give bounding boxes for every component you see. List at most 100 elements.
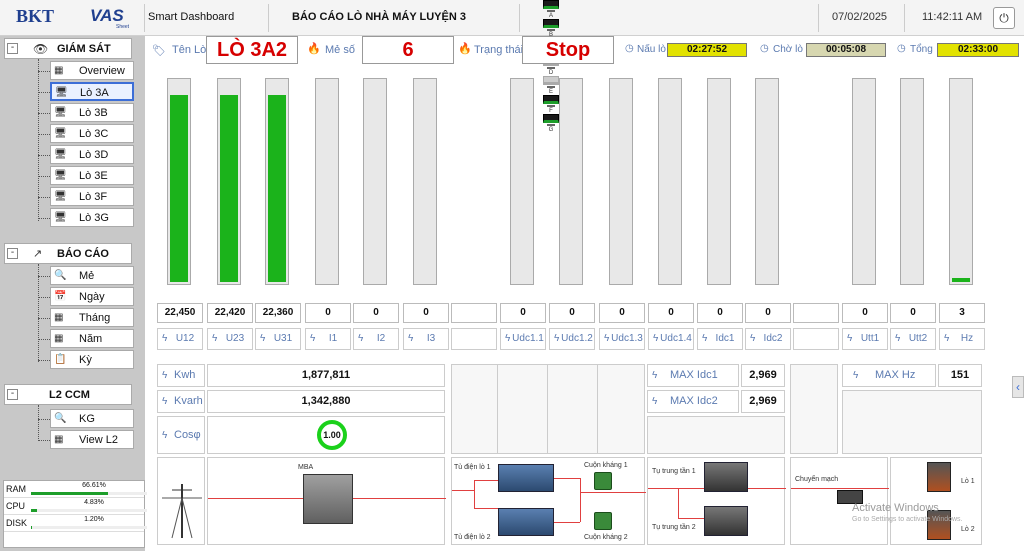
power-line (580, 492, 646, 493)
meter-label: U23 (225, 333, 245, 344)
tree-branch (38, 155, 50, 156)
nav-item-label: Lò 3B (79, 107, 108, 119)
nav-item[interactable]: 🔍 KG (50, 409, 134, 428)
tree-branch (38, 276, 50, 277)
power-button[interactable]: ⏻ (993, 7, 1015, 29)
bolt-icon: ϟ (310, 333, 316, 344)
nav-item[interactable]: ▦ View L2 (50, 430, 134, 449)
cos-gauge-cell: 1.00 (207, 416, 445, 454)
max-idc1-label: MAX Idc1 (670, 369, 718, 381)
max-idc2-value: 2,969 (741, 390, 785, 413)
power-line (554, 522, 580, 523)
nav-item[interactable]: 📅 Ngày (50, 287, 134, 306)
bolt-icon: ϟ (944, 333, 950, 344)
meter-label: I3 (426, 333, 436, 344)
power-line (474, 480, 498, 481)
tree-branch (38, 134, 50, 135)
bolt-icon: ϟ (505, 333, 511, 344)
meter-bar-idc2 (755, 78, 779, 285)
section-giam-sat[interactable]: - 👁 GIÁM SÁT (4, 38, 132, 59)
cho-lo-timer: 00:05:08 (806, 43, 886, 57)
meter-label: Utt2 (908, 333, 928, 344)
nav-item[interactable]: 🖥 Lò 3B (50, 103, 134, 122)
empty-label-cell (793, 328, 839, 350)
eye-icon: 👁 (33, 42, 49, 56)
station-a-status[interactable]: A (540, 0, 562, 19)
max-idc1-value: 2,969 (741, 364, 785, 387)
bolt-icon: ϟ (162, 430, 168, 441)
mba-label: MBA (298, 464, 314, 471)
nav-item[interactable]: ▦ Năm (50, 329, 134, 348)
nav-item-label: Mẻ (79, 270, 95, 282)
nav-item-label: View L2 (79, 434, 118, 446)
nau-lo-label: Nấu lò (637, 44, 666, 55)
nav-item[interactable]: 🖥 Lò 3E (50, 166, 134, 185)
nav-item[interactable]: 🖥 Lò 3A (50, 82, 134, 101)
tree-branch (38, 297, 50, 298)
meter-label: Idc1 (715, 333, 735, 344)
nav-item[interactable]: ▦ Overview (50, 61, 134, 80)
nau-lo-timer: 02:27:52 (667, 43, 747, 57)
divider (519, 4, 520, 32)
system-label: DISK (6, 518, 28, 528)
furnace2-label: Lò 2 (961, 526, 975, 533)
nav-item[interactable]: 📋 Kỳ (50, 350, 134, 369)
meter-value: 0 (549, 303, 595, 323)
trang-thai-value: Stop (522, 36, 614, 64)
furnace1-icon (927, 462, 951, 492)
system-monitor: RAM 66.61% CPU 4.83% DISK 1.20% (3, 480, 147, 548)
collapse-icon[interactable]: - (7, 43, 18, 54)
nav-item[interactable]: 🔍 Mẻ (50, 266, 134, 285)
nav-item[interactable]: 🖥 Lò 3G (50, 208, 134, 227)
meter-label-cell: ϟ Idc1 (697, 328, 743, 350)
collapse-icon[interactable]: - (7, 248, 18, 259)
meter-value: 0 (353, 303, 399, 323)
menu-icon: 🔍 (54, 270, 67, 281)
empty-cell (647, 416, 785, 454)
system-disk-row: DISK 1.20% (4, 516, 147, 532)
meter-bar-fill (220, 95, 238, 282)
current-time: 11:42:11 AM (922, 11, 983, 23)
max-idc2-label-cell: ϟ MAX Idc2 (647, 390, 739, 413)
tong-timer: 02:33:00 (937, 43, 1019, 57)
monitor-icon (543, 76, 559, 85)
meter-bar-u31 (265, 78, 289, 285)
power-line (474, 508, 498, 509)
usage-bar-fill (31, 509, 37, 512)
meter-label-cell: ϟ U31 (255, 328, 301, 350)
meter-value: 0 (403, 303, 449, 323)
monitor-icon (543, 95, 559, 104)
logo-vas-text: VAS (90, 6, 124, 25)
switch-label: Chuyển mạch (795, 476, 839, 483)
divider (268, 4, 269, 32)
monitor-stand (547, 124, 555, 126)
kwh-label-cell: ϟ Kwh (157, 364, 205, 387)
empty-label-cell (451, 328, 497, 350)
nav-item[interactable]: 🖥 Lò 3F (50, 187, 134, 206)
nav-item[interactable]: 🖥 Lò 3C (50, 124, 134, 143)
system-label: CPU (6, 501, 26, 511)
capacitor1-label: Tụ trung tần 1 (652, 468, 696, 475)
mba-cell: MBA (207, 457, 446, 545)
cell-divider (547, 364, 548, 454)
nav-item[interactable]: ▦ Tháng (50, 308, 134, 327)
meter-value: 0 (890, 303, 936, 323)
activate-windows-watermark: Activate Windows (852, 502, 939, 514)
system-ram-row: RAM 66.61% (4, 482, 147, 498)
collapse-panel-button[interactable]: ‹ (1012, 376, 1024, 398)
power-pole-icon (162, 484, 202, 539)
capacitor2-icon (704, 506, 748, 536)
meter-label-cell: ϟ Udc1.2 (549, 328, 595, 350)
app-title: Smart Dashboard (148, 11, 235, 23)
nav-item[interactable]: 🖥 Lò 3D (50, 145, 134, 164)
me-so-label: Mẻ số (325, 44, 355, 56)
section-l2-ccm[interactable]: - L2 CCM (4, 384, 132, 405)
meter-value: 22,420 (207, 303, 253, 323)
flame-icon: 🔥 (307, 43, 321, 55)
nav-item-label: Tháng (79, 312, 111, 324)
cabinet1-icon (498, 464, 554, 492)
collapse-icon[interactable]: - (7, 389, 18, 400)
bolt-icon: ϟ (853, 370, 859, 381)
section-bao-cao[interactable]: - ↗ BÁO CÁO (4, 243, 132, 264)
kvarh-label: Kvarh (174, 395, 203, 407)
